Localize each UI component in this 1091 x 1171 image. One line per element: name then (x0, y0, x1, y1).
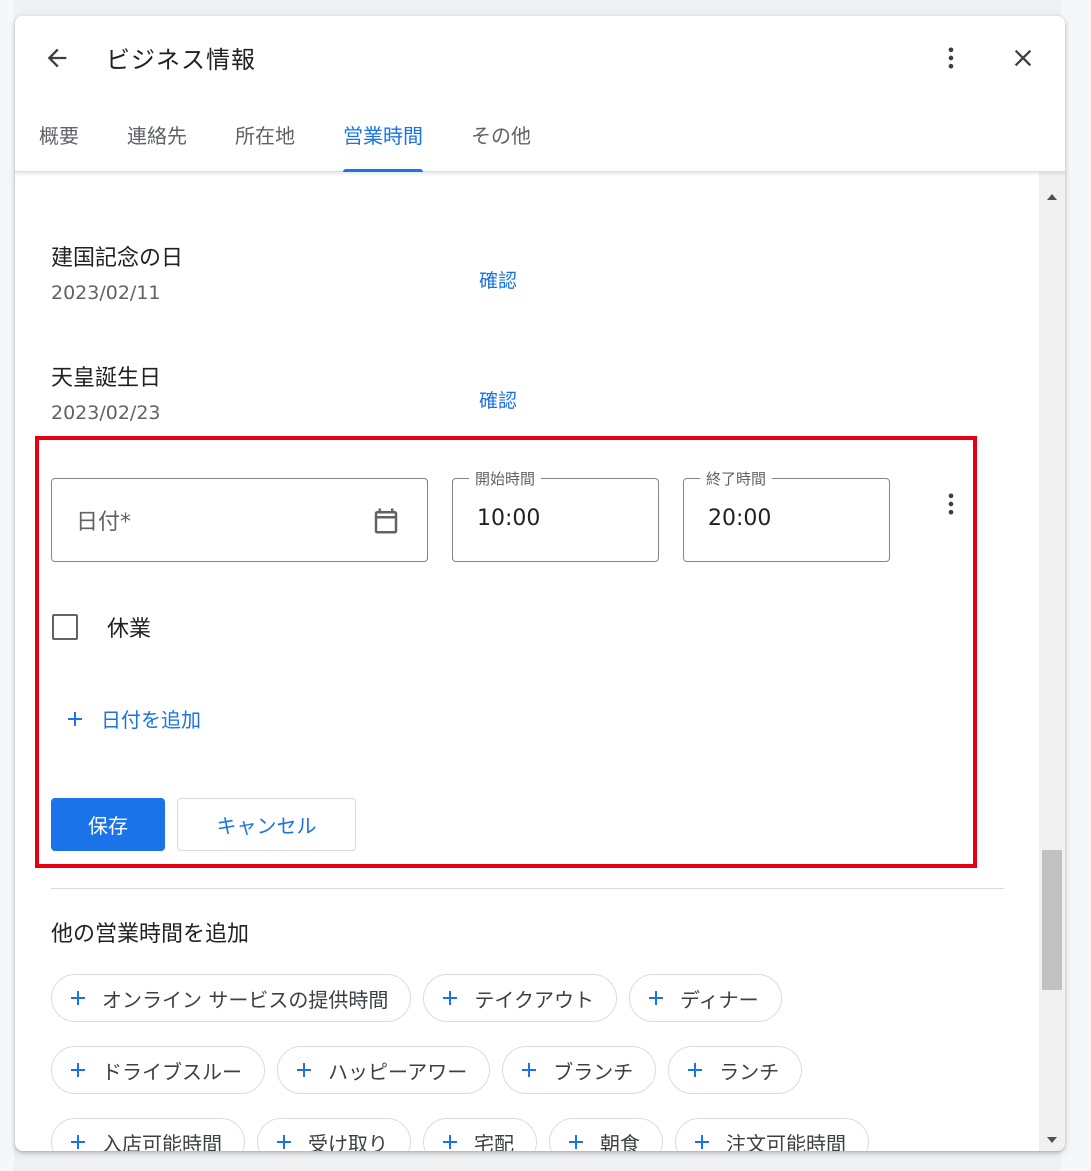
arrow-left-icon (47, 48, 67, 68)
chip-lunch[interactable]: ランチ (668, 1046, 803, 1094)
chip-happy-hour[interactable]: ハッピーアワー (277, 1046, 491, 1094)
dialog-header: ビジネス情報 概要 連絡先 所在地 営業時間 その他 (15, 16, 1065, 172)
more-vert-icon (948, 47, 954, 69)
save-button[interactable]: 保存 (51, 798, 165, 851)
background-app-left (0, 0, 14, 1171)
chip-pickup[interactable]: 受け取り (257, 1118, 411, 1151)
plus-icon (71, 1063, 85, 1077)
plus-icon (695, 1135, 709, 1149)
plus-icon (68, 711, 82, 726)
chip-order-hours[interactable]: 注文可能時間 (675, 1118, 869, 1151)
chip-label: 入店可能時間 (102, 1131, 222, 1152)
holiday-name: 建国記念の日 (51, 246, 184, 271)
holiday-date: 2023/02/23 (51, 402, 161, 424)
cancel-button[interactable]: キャンセル (177, 798, 356, 851)
date-field[interactable]: 日付* (51, 478, 428, 562)
tab-overview[interactable]: 概要 (15, 112, 103, 172)
holiday-name: 天皇誕生日 (51, 366, 162, 391)
chip-label: ドライブスルー (102, 1059, 242, 1084)
confirm-holiday-link[interactable]: 確認 (479, 266, 517, 293)
tab-contact[interactable]: 連絡先 (103, 112, 211, 172)
more-options-button[interactable] (931, 38, 971, 78)
confirm-holiday-link[interactable]: 確認 (479, 386, 517, 413)
close-icon (1014, 49, 1032, 67)
holiday-date: 2023/02/11 (51, 282, 161, 304)
closed-label: 休業 (107, 617, 152, 642)
plus-icon (71, 991, 85, 1005)
chip-row: ドライブスルー ハッピーアワー ブランチ ランチ (51, 1046, 951, 1094)
back-button[interactable] (37, 38, 77, 78)
closed-checkbox[interactable] (52, 614, 78, 640)
background-app-right (1061, 0, 1091, 1171)
chip-label: ブランチ (553, 1059, 634, 1084)
plus-icon (522, 1063, 537, 1077)
plus-icon (71, 1135, 85, 1149)
plus-icon (648, 991, 663, 1005)
start-time-field[interactable]: 開始時間 10:00 (452, 468, 659, 562)
holiday-item: 建国記念の日 2023/02/11 (51, 240, 183, 304)
chip-label: 注文可能時間 (726, 1131, 846, 1152)
chip-online-service-hours[interactable]: オンライン サービスの提供時間 (51, 974, 412, 1022)
chip-dinner[interactable]: ディナー (628, 974, 782, 1022)
chip-drive-through[interactable]: ドライブスルー (51, 1046, 265, 1094)
more-vert-icon (948, 493, 954, 515)
end-time-value: 20:00 (708, 506, 772, 531)
row-options-button[interactable] (931, 484, 971, 524)
chip-takeout[interactable]: テイクアウト (423, 974, 617, 1022)
plus-icon (443, 991, 458, 1005)
vertical-scrollbar[interactable] (1039, 172, 1065, 1151)
add-date-button[interactable]: 日付を追加 (63, 704, 201, 733)
tab-more[interactable]: その他 (447, 112, 555, 172)
chip-delivery[interactable]: 宅配 (423, 1118, 537, 1151)
add-date-label: 日付を追加 (101, 708, 201, 732)
start-time-value: 10:00 (477, 506, 541, 531)
chip-label: 朝食 (600, 1131, 640, 1152)
chip-row: オンライン サービスの提供時間 テイクアウト ディナー (51, 974, 951, 1022)
plus-icon (277, 1135, 291, 1149)
chip-entry-hours[interactable]: 入店可能時間 (51, 1118, 245, 1151)
business-info-dialog: ビジネス情報 概要 連絡先 所在地 営業時間 その他 建国記念の日 2023/0… (15, 16, 1065, 1151)
scroll-down-arrow-icon[interactable] (1047, 1137, 1057, 1143)
start-time-label: 開始時間 (469, 468, 542, 489)
close-button[interactable] (1003, 38, 1043, 78)
chip-label: ディナー (679, 987, 759, 1012)
end-time-label: 終了時間 (700, 468, 773, 489)
chip-label: 受け取り (308, 1131, 388, 1152)
chip-label: テイクアウト (474, 987, 594, 1012)
more-hours-chips: オンライン サービスの提供時間 テイクアウト ディナー ドライブスルー ハッピー… (51, 974, 951, 1151)
end-time-field[interactable]: 終了時間 20:00 (683, 468, 890, 562)
tab-hours[interactable]: 営業時間 (319, 112, 447, 172)
plus-icon (569, 1135, 583, 1149)
section-divider (51, 888, 1004, 889)
chip-breakfast[interactable]: 朝食 (549, 1118, 663, 1151)
tab-bar: 概要 連絡先 所在地 営業時間 その他 (15, 112, 555, 172)
more-hours-title: 他の営業時間を追加 (51, 922, 250, 947)
calendar-icon[interactable] (371, 505, 401, 537)
chip-label: ランチ (719, 1059, 780, 1084)
dialog-title: ビジネス情報 (106, 46, 256, 74)
chip-label: ハッピーアワー (328, 1059, 468, 1084)
plus-icon (443, 1135, 457, 1149)
plus-icon (688, 1063, 703, 1077)
date-placeholder: 日付* (76, 510, 132, 535)
chip-label: オンライン サービスの提供時間 (102, 987, 389, 1012)
chip-brunch[interactable]: ブランチ (502, 1046, 657, 1094)
scroll-up-arrow-icon[interactable] (1047, 194, 1057, 200)
scroll-thumb[interactable] (1042, 850, 1062, 990)
dialog-content: 建国記念の日 2023/02/11 確認 天皇誕生日 2023/02/23 確認… (15, 172, 1039, 1151)
chip-row: 入店可能時間 受け取り 宅配 朝食 注文可能時間 (51, 1118, 951, 1151)
plus-icon (297, 1063, 311, 1077)
chip-label: 宅配 (474, 1131, 514, 1152)
tab-location[interactable]: 所在地 (211, 112, 319, 172)
holiday-item: 天皇誕生日 2023/02/23 (51, 360, 161, 424)
